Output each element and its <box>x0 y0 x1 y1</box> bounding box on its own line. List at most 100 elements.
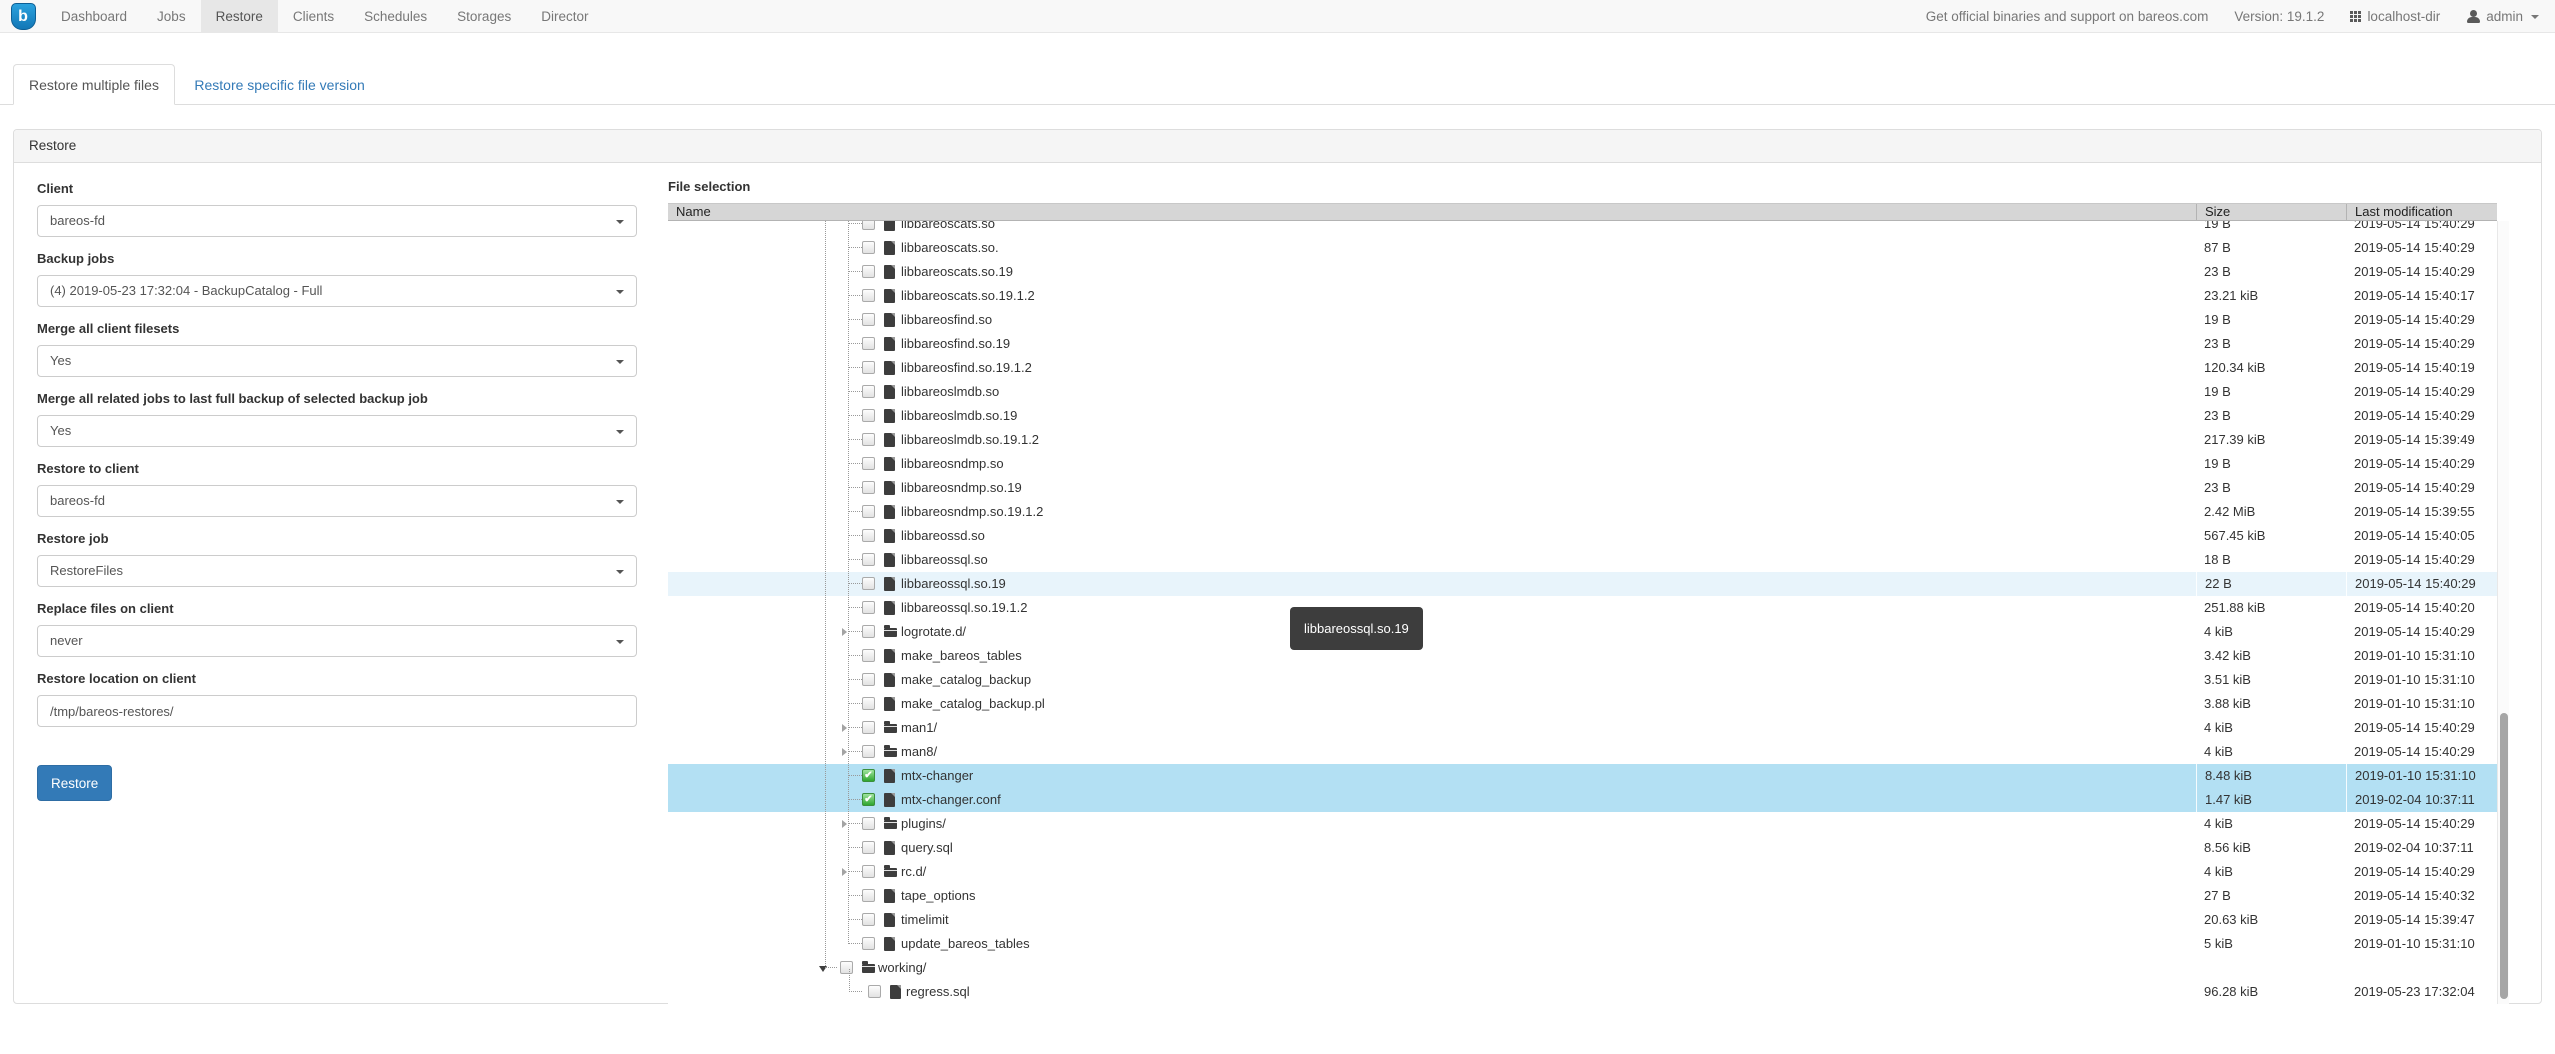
row-label[interactable]: libbareoslmdb.so <box>901 380 999 404</box>
expand-closed-icon[interactable] <box>842 748 847 756</box>
bareos-logo[interactable]: b <box>0 0 46 33</box>
client-select[interactable]: bareos-fd <box>37 205 637 237</box>
tree-row[interactable]: libbareoscats.so.19.1.223.21 kiB2019-05-… <box>668 284 2497 308</box>
row-checkbox[interactable] <box>862 889 875 902</box>
tab-restore-multiple-files[interactable]: Restore multiple files <box>13 64 175 105</box>
tree-row[interactable]: man8/4 kiB2019-05-14 15:40:29 <box>668 740 2497 764</box>
expand-closed-icon[interactable] <box>842 724 847 732</box>
row-checkbox[interactable] <box>862 577 875 590</box>
tree-row[interactable]: rc.d/4 kiB2019-05-14 15:40:29 <box>668 860 2497 884</box>
expand-closed-icon[interactable] <box>842 628 847 636</box>
row-label[interactable]: logrotate.d/ <box>901 620 966 644</box>
row-label[interactable]: make_bareos_tables <box>901 644 1022 668</box>
row-checkbox[interactable] <box>862 481 875 494</box>
tree-row[interactable]: ✔mtx-changer8.48 kiB2019-01-10 15:31:10 <box>668 764 2497 788</box>
merge-filesets-select[interactable]: Yes <box>37 345 637 377</box>
tree-row[interactable]: libbareosndmp.so19 B2019-05-14 15:40:29 <box>668 452 2497 476</box>
row-checkbox[interactable] <box>862 913 875 926</box>
row-label[interactable]: make_catalog_backup.pl <box>901 692 1045 716</box>
restore-job-select[interactable]: RestoreFiles <box>37 555 637 587</box>
tree-row[interactable]: libbareossql.so.19.1.2251.88 kiB2019-05-… <box>668 596 2497 620</box>
row-checkbox[interactable] <box>862 313 875 326</box>
row-checkbox[interactable] <box>862 241 875 254</box>
tree-row[interactable]: libbareossql.so.1922 B2019-05-14 15:40:2… <box>668 572 2497 596</box>
row-label[interactable]: libbareossql.so <box>901 548 988 572</box>
tree-row[interactable]: libbareosfind.so19 B2019-05-14 15:40:29 <box>668 308 2497 332</box>
row-label[interactable]: libbareosndmp.so.19.1.2 <box>901 500 1043 524</box>
row-label[interactable]: plugins/ <box>901 812 946 836</box>
row-checkbox[interactable] <box>862 841 875 854</box>
backup-jobs-select[interactable]: (4) 2019-05-23 17:32:04 - BackupCatalog … <box>37 275 637 307</box>
row-checkbox[interactable] <box>862 721 875 734</box>
row-checkbox[interactable] <box>862 457 875 470</box>
row-label[interactable]: libbareoslmdb.so.19.1.2 <box>901 428 1039 452</box>
row-checkbox[interactable] <box>862 601 875 614</box>
column-header-last-modification[interactable]: Last modification <box>2346 204 2497 220</box>
row-label[interactable]: timelimit <box>901 908 949 932</box>
scrollbar-track[interactable] <box>2497 221 2509 1004</box>
row-checkbox[interactable] <box>862 361 875 374</box>
restore-location-input[interactable] <box>37 695 637 727</box>
tree-row[interactable]: regress.sql96.28 kiB2019-05-23 17:32:04 <box>668 980 2497 1004</box>
row-label[interactable]: libbareoscats.so.19.1.2 <box>901 284 1035 308</box>
row-checkbox[interactable] <box>868 985 881 998</box>
expand-closed-icon[interactable] <box>842 820 847 828</box>
row-checkbox[interactable] <box>862 937 875 950</box>
row-checkbox[interactable] <box>862 433 875 446</box>
expand-closed-icon[interactable] <box>842 868 847 876</box>
row-checkbox[interactable] <box>862 337 875 350</box>
tree-row[interactable]: logrotate.d/4 kiB2019-05-14 15:40:29 <box>668 620 2497 644</box>
row-checkbox[interactable] <box>862 385 875 398</box>
row-label[interactable]: libbareoscats.so <box>901 221 995 236</box>
row-label[interactable]: libbareosfind.so.19 <box>901 332 1010 356</box>
row-checkbox[interactable] <box>862 817 875 830</box>
column-header-name[interactable]: Name <box>668 204 2196 220</box>
row-checkbox[interactable] <box>862 865 875 878</box>
row-checkbox[interactable] <box>840 961 853 974</box>
tree-row[interactable]: libbareoscats.so.1923 B2019-05-14 15:40:… <box>668 260 2497 284</box>
tab-restore-specific-file-version[interactable]: Restore specific file version <box>179 65 379 106</box>
row-label[interactable]: libbareossql.so.19.1.2 <box>901 596 1027 620</box>
row-checkbox[interactable] <box>862 697 875 710</box>
replace-files-select[interactable]: never <box>37 625 637 657</box>
row-checkbox[interactable] <box>862 289 875 302</box>
user-menu[interactable]: admin <box>2466 9 2539 24</box>
tree-row[interactable]: working/ <box>668 956 2497 980</box>
row-checkbox[interactable] <box>862 265 875 278</box>
merge-jobs-select[interactable]: Yes <box>37 415 637 447</box>
tree-row[interactable]: libbareosfind.so.19.1.2120.34 kiB2019-05… <box>668 356 2497 380</box>
row-label[interactable]: tape_options <box>901 884 975 908</box>
column-header-size[interactable]: Size <box>2196 204 2346 220</box>
tree-row[interactable]: tape_options27 B2019-05-14 15:40:32 <box>668 884 2497 908</box>
row-label[interactable]: mtx-changer.conf <box>901 788 1001 812</box>
row-label[interactable]: libbareosndmp.so.19 <box>901 476 1022 500</box>
row-checkbox[interactable] <box>862 553 875 566</box>
row-label[interactable]: man8/ <box>901 740 937 764</box>
row-label[interactable]: update_bareos_tables <box>901 932 1030 956</box>
tree-row[interactable]: make_catalog_backup3.51 kiB2019-01-10 15… <box>668 668 2497 692</box>
nav-item-storages[interactable]: Storages <box>442 0 526 33</box>
tree-row[interactable]: make_catalog_backup.pl3.88 kiB2019-01-10… <box>668 692 2497 716</box>
tree-row[interactable]: libbareoscats.so.87 B2019-05-14 15:40:29 <box>668 236 2497 260</box>
nav-item-clients[interactable]: Clients <box>278 0 349 33</box>
row-label[interactable]: libbareosfind.so <box>901 308 992 332</box>
tree-row[interactable]: libbareoslmdb.so.1923 B2019-05-14 15:40:… <box>668 404 2497 428</box>
row-label[interactable]: query.sql <box>901 836 953 860</box>
row-checkbox[interactable] <box>862 505 875 518</box>
row-checkbox[interactable] <box>862 529 875 542</box>
nav-item-director[interactable]: Director <box>526 0 603 33</box>
row-label[interactable]: libbareosfind.so.19.1.2 <box>901 356 1032 380</box>
row-checkbox[interactable] <box>862 649 875 662</box>
director-selector[interactable]: localhost-dir <box>2350 9 2440 24</box>
nav-item-restore[interactable]: Restore <box>201 0 278 33</box>
restore-button[interactable]: Restore <box>37 765 112 801</box>
row-label[interactable]: libbareossd.so <box>901 524 985 548</box>
tree-row[interactable]: libbareosndmp.so.19.1.22.42 MiB2019-05-1… <box>668 500 2497 524</box>
row-checkbox[interactable] <box>862 673 875 686</box>
row-label[interactable]: regress.sql <box>906 980 970 1004</box>
tree-row[interactable]: update_bareos_tables5 kiB2019-01-10 15:3… <box>668 932 2497 956</box>
nav-item-schedules[interactable]: Schedules <box>349 0 442 33</box>
row-label[interactable]: rc.d/ <box>901 860 926 884</box>
tree-row[interactable]: timelimit20.63 kiB2019-05-14 15:39:47 <box>668 908 2497 932</box>
row-checkbox[interactable] <box>862 221 875 230</box>
